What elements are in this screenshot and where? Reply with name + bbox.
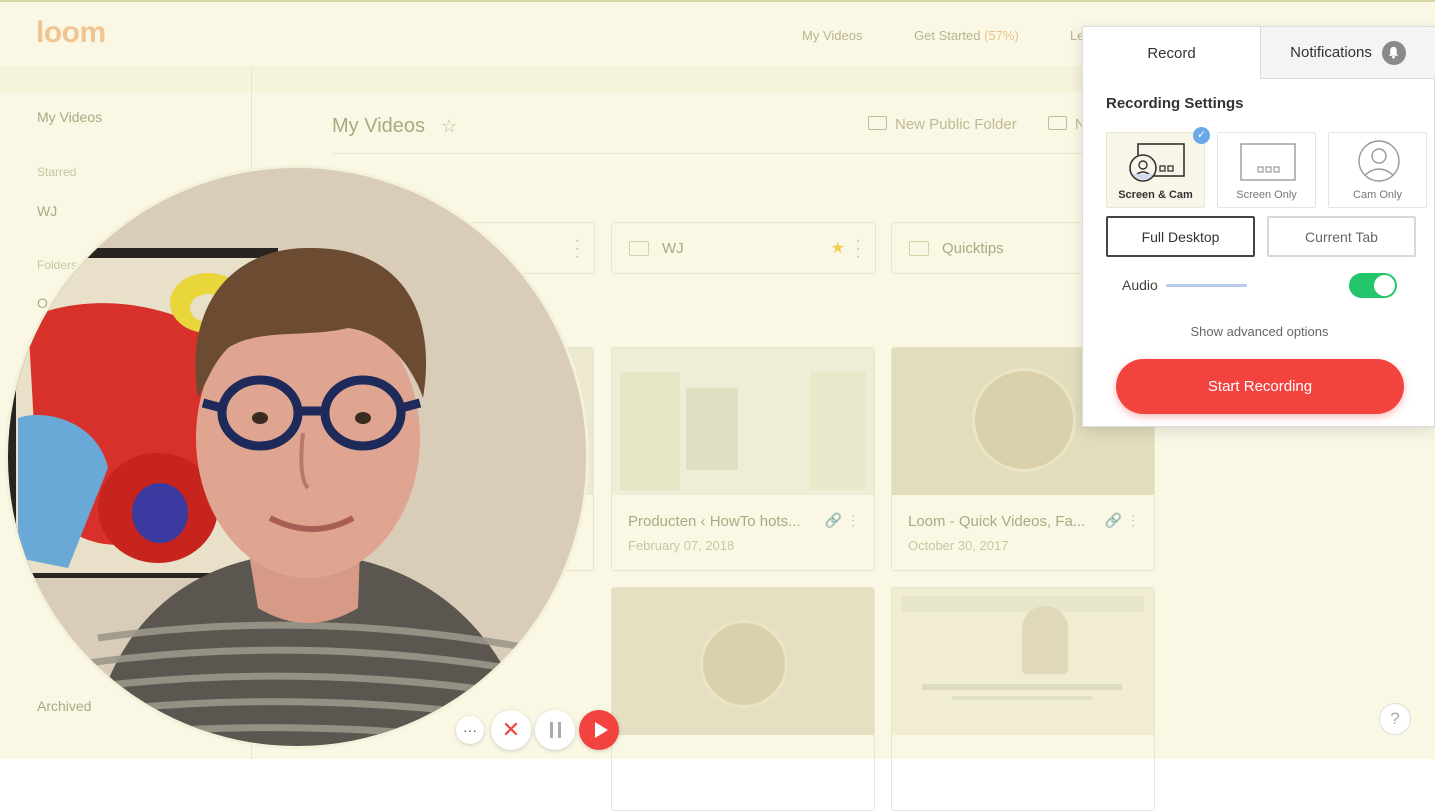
recording-settings-title: Recording Settings xyxy=(1106,95,1244,112)
mode-label: Cam Only xyxy=(1353,189,1402,201)
webcam-bubble[interactable] xyxy=(5,165,589,749)
more-options-button[interactable]: ··· xyxy=(456,716,484,744)
screen-only-icon xyxy=(1240,143,1296,181)
tab-record[interactable]: Record xyxy=(1083,27,1260,79)
pause-button[interactable] xyxy=(535,710,575,750)
tab-notifications[interactable]: Notifications xyxy=(1260,27,1435,79)
mode-screen-and-cam[interactable]: Screen & Cam xyxy=(1106,132,1205,208)
mode-cam-only[interactable]: Cam Only xyxy=(1328,132,1427,208)
toggle-knob xyxy=(1374,275,1395,296)
audio-label: Audio xyxy=(1122,277,1158,293)
mode-label: Screen & Cam xyxy=(1118,189,1193,201)
screen-cam-icon xyxy=(1129,143,1185,182)
bell-icon xyxy=(1381,40,1406,65)
ellipsis-icon: ··· xyxy=(463,722,477,738)
mode-label: Screen Only xyxy=(1236,189,1297,201)
webcam-feed xyxy=(8,168,586,746)
audio-level-meter xyxy=(1166,284,1247,287)
mode-screen-only[interactable]: Screen Only xyxy=(1217,132,1316,208)
recorder-popover: Record Notifications Recording Settings … xyxy=(1082,26,1435,427)
pause-icon xyxy=(549,722,561,738)
close-icon: ✕ xyxy=(501,717,521,742)
cam-only-icon xyxy=(1358,140,1400,182)
cancel-recording-button[interactable]: ✕ xyxy=(491,710,531,750)
start-recording-button[interactable]: Start Recording xyxy=(1116,359,1404,414)
show-advanced-options-link[interactable]: Show advanced options xyxy=(1083,324,1435,339)
audio-toggle[interactable] xyxy=(1349,273,1397,298)
tab-notifications-label: Notifications xyxy=(1290,44,1372,61)
check-icon: ✓ xyxy=(1193,127,1210,144)
play-icon xyxy=(594,722,608,738)
help-button[interactable]: ? xyxy=(1379,703,1411,735)
play-button[interactable] xyxy=(579,710,619,750)
current-tab-button[interactable]: Current Tab xyxy=(1267,216,1416,257)
full-desktop-button[interactable]: Full Desktop xyxy=(1106,216,1255,257)
